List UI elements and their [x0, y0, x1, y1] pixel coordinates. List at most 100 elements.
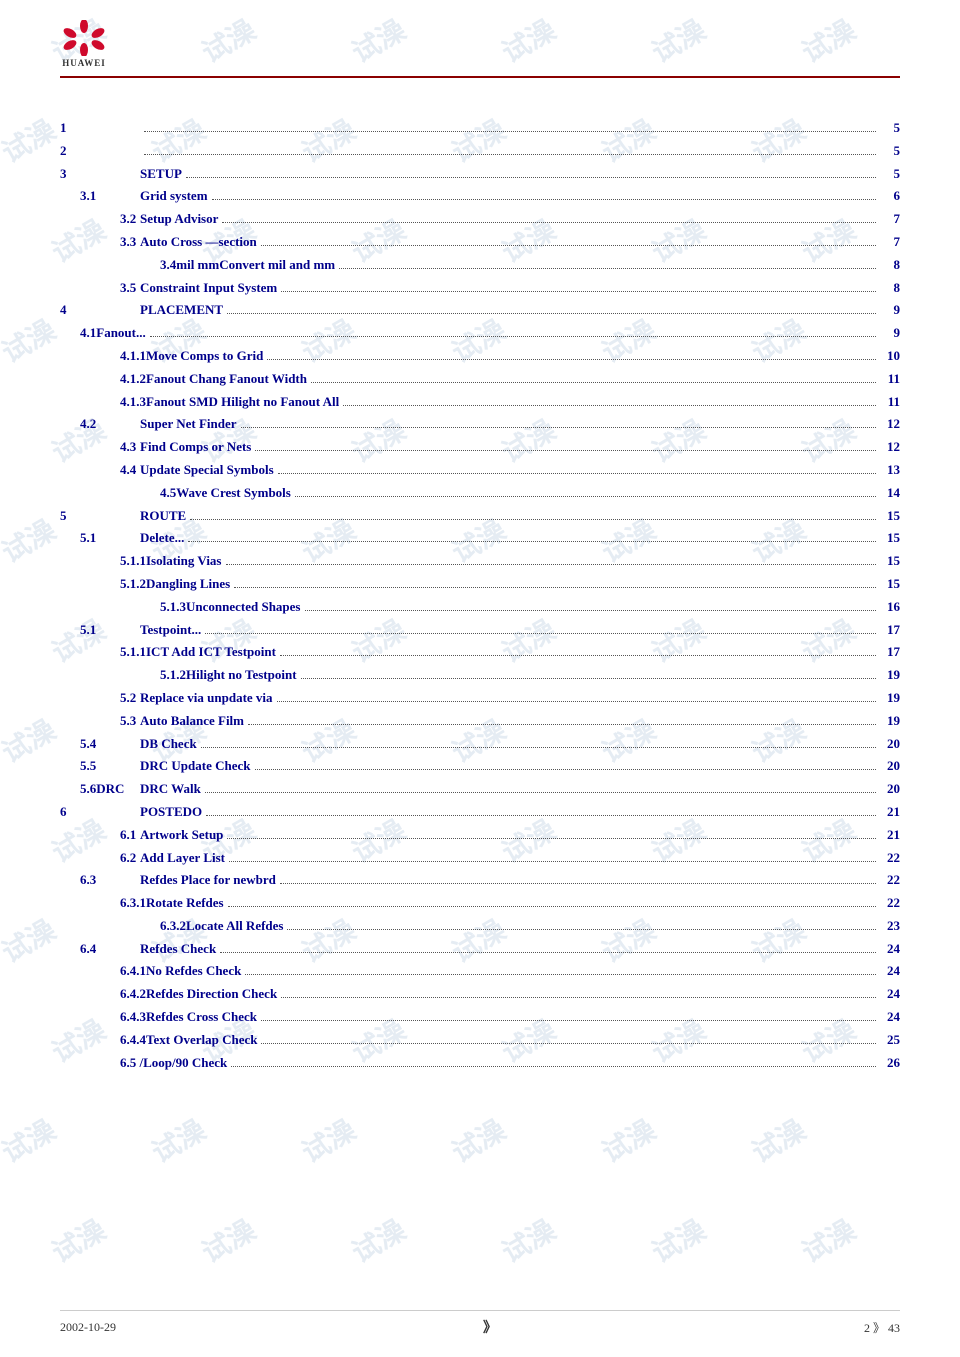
toc-title: Refdes Direction Check — [146, 984, 277, 1005]
toc-page: 15 — [880, 551, 900, 572]
toc-page: 22 — [880, 893, 900, 914]
toc-number: 5.1 — [60, 528, 140, 549]
toc-page: 8 — [880, 278, 900, 299]
footer-center: 》 — [483, 1317, 497, 1337]
toc-page: 7 — [880, 232, 900, 253]
toc-entry: 4PLACEMENT9 — [60, 300, 900, 321]
watermark-item: 试澡 — [294, 1109, 363, 1172]
toc-dots — [255, 769, 877, 770]
toc-entry: 5.1Delete...15 — [60, 528, 900, 549]
toc-number: 5 — [60, 506, 140, 527]
toc-dots — [226, 564, 877, 565]
toc-number: 4.1.2 — [60, 369, 146, 390]
toc-title: ICT Add ICT Testpoint — [146, 642, 276, 663]
toc-dots — [227, 313, 876, 314]
watermark-item: 试澡 — [794, 1209, 863, 1272]
toc-title: POSTEDO — [140, 802, 202, 823]
watermark-item: 试澡 — [744, 1109, 813, 1172]
toc-title: Super Net Finder — [140, 414, 237, 435]
toc-page: 17 — [880, 620, 900, 641]
toc-title: Grid system — [140, 186, 208, 207]
toc-title: Hilight no Testpoint — [186, 665, 297, 686]
toc-page: 15 — [880, 506, 900, 527]
toc-entry: 5.1.1ICT Add ICT Testpoint17 — [60, 642, 900, 663]
toc-page: 12 — [880, 414, 900, 435]
toc-page: 15 — [880, 574, 900, 595]
toc-entry: 3.4mil mmConvert mil and mm8 — [60, 255, 900, 276]
toc-title: Loop/90 Check — [143, 1053, 227, 1074]
toc-entry: 3SETUP 5 — [60, 164, 900, 185]
toc-number: 6.4 — [60, 939, 140, 960]
toc-page: 9 — [880, 300, 900, 321]
toc-number: 6.4.3 — [60, 1007, 146, 1028]
toc-title: Testpoint... — [140, 620, 201, 641]
toc-entry: 4.3Find Comps or Nets12 — [60, 437, 900, 458]
toc-title: Unconnected Shapes — [186, 597, 301, 618]
toc-entry: 4.1.3Fanout SMD Hilight no Fanout All11 — [60, 392, 900, 413]
toc-title: DRC Walk — [140, 779, 201, 800]
toc-page: 21 — [880, 802, 900, 823]
toc-title: Fanout Chang Fanout Width — [146, 369, 307, 390]
toc-dots — [278, 473, 876, 474]
toc-page: 24 — [880, 1007, 900, 1028]
toc-entry: 5.1.2Dangling Lines15 — [60, 574, 900, 595]
toc-number: 5.3 — [60, 711, 140, 732]
toc-dots — [228, 906, 876, 907]
toc-entry: 5.3Auto Balance Film19 — [60, 711, 900, 732]
toc-page: 26 — [880, 1053, 900, 1074]
toc-entry: 6.4.2Refdes Direction Check24 — [60, 984, 900, 1005]
toc-entry: 25 — [60, 141, 900, 162]
toc-number: 4.1.1 — [60, 346, 146, 367]
toc-number: 5.1 — [60, 620, 140, 641]
toc-entry: 5.1.1Isolating Vias15 — [60, 551, 900, 572]
toc-dots — [186, 177, 876, 178]
toc-dots — [305, 610, 877, 611]
toc-dots — [343, 405, 876, 406]
toc-entry: 3.2Setup Advisor7 — [60, 209, 900, 230]
toc-page: 7 — [880, 209, 900, 230]
toc-entry: 4.1.1Move Comps to Grid 10 — [60, 346, 900, 367]
toc-title: No Refdes Check — [146, 961, 241, 982]
toc-title: Wave Crest Symbols — [176, 483, 291, 504]
toc-entry: 5.1.3Unconnected Shapes16 — [60, 597, 900, 618]
toc-number: 3.3 — [60, 232, 140, 253]
toc-dots — [261, 245, 876, 246]
toc-title: Convert mil and mm — [219, 255, 335, 276]
toc-dots — [245, 974, 876, 975]
toc-dots — [241, 427, 876, 428]
toc-dots — [144, 154, 876, 155]
toc-number: 5.2 — [60, 688, 140, 709]
toc-entry: 4.5Wave Crest Symbols14 — [60, 483, 900, 504]
footer-page-info: 2 》 43 — [864, 1319, 900, 1336]
toc-entry: 4.2Super Net Finder12 — [60, 414, 900, 435]
toc-entry: 6.4.1No Refdes Check24 — [60, 961, 900, 982]
toc-page: 5 — [880, 164, 900, 185]
toc-dots — [229, 861, 876, 862]
toc-page: 24 — [880, 939, 900, 960]
toc-dots — [222, 222, 876, 223]
toc-dots — [220, 952, 876, 953]
toc-dots — [206, 815, 876, 816]
toc-number: 5.5 — [60, 756, 140, 777]
toc-number: 4.3 — [60, 437, 140, 458]
toc-page: 5 — [880, 141, 900, 162]
toc-entry: 6.3Refdes Place for newbrd22 — [60, 870, 900, 891]
toc-page: 9 — [880, 323, 900, 344]
toc-page: 22 — [880, 848, 900, 869]
watermark-item: 试澡 — [194, 1209, 263, 1272]
toc-dots — [287, 929, 876, 930]
toc-number: 5.6DRC — [60, 779, 140, 800]
toc-number: 3 — [60, 164, 140, 185]
toc-entry: 5ROUTE15 — [60, 506, 900, 527]
toc-entry: 4.1Fanout...9 — [60, 323, 900, 344]
toc-page: 10 — [880, 346, 900, 367]
toc-title: Move Comps to Grid — [146, 346, 263, 367]
toc-title: SETUP — [140, 164, 182, 185]
toc-page: 12 — [880, 437, 900, 458]
toc-title: Refdes Check — [140, 939, 216, 960]
toc-entry: 6.4.4Text Overlap Check25 — [60, 1030, 900, 1051]
toc-title: Setup Advisor — [140, 209, 218, 230]
toc-dots — [280, 883, 876, 884]
toc-title: Rotate Refdes — [146, 893, 224, 914]
toc-number: 2 — [60, 141, 140, 162]
